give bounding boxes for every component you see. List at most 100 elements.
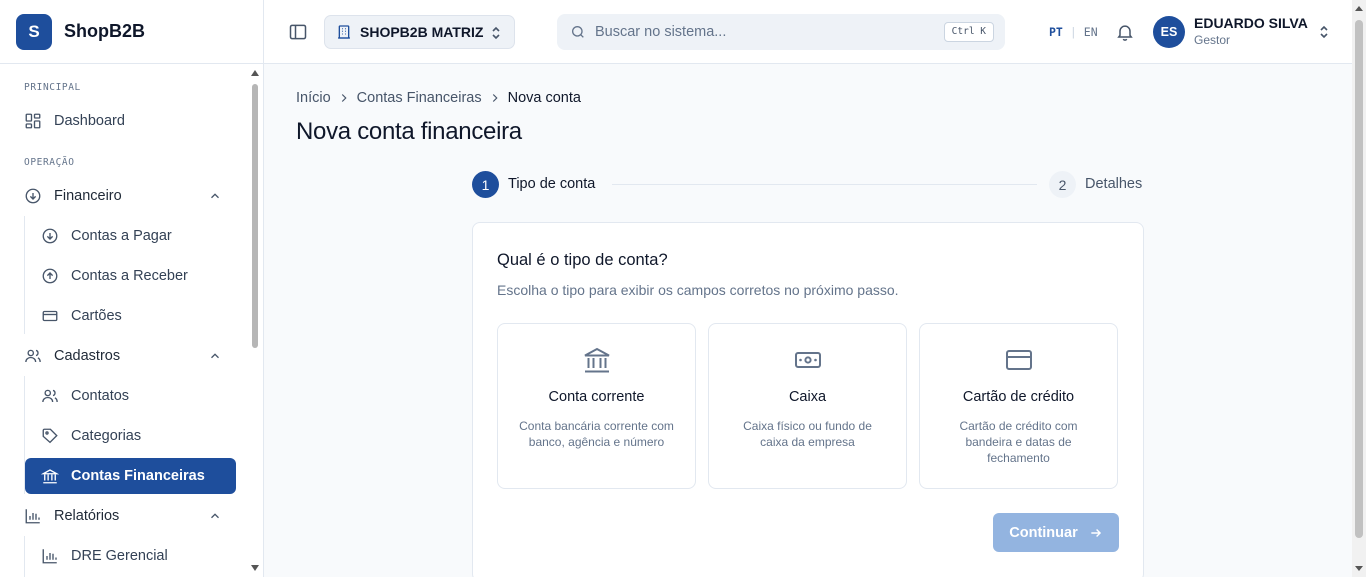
user-role: Gestor xyxy=(1194,33,1231,47)
building-icon xyxy=(338,25,350,39)
step-1-number: 1 xyxy=(472,171,499,198)
chevron-up-icon[interactable] xyxy=(208,509,222,523)
lang-pt[interactable]: PT xyxy=(1049,25,1063,39)
lang-en[interactable]: EN xyxy=(1084,25,1098,39)
company-selector[interactable]: SHOPB2B MATRIZ xyxy=(324,15,515,49)
page-scrollbar[interactable] xyxy=(1352,0,1366,577)
bell-icon[interactable] xyxy=(1115,22,1135,42)
step-2-number: 2 xyxy=(1049,171,1076,198)
breadcrumb-contas-financeiras[interactable]: Contas Financeiras xyxy=(357,90,482,106)
search-shortcut: Ctrl K xyxy=(943,22,994,42)
cash-icon xyxy=(794,352,821,368)
company-name: SHOPB2B MATRIZ xyxy=(360,24,484,40)
chevron-up-icon[interactable] xyxy=(208,189,222,203)
scroll-down-arrow-icon[interactable] xyxy=(251,565,259,571)
option-title: Cartão de crédito xyxy=(962,389,1075,405)
users-icon xyxy=(42,389,58,403)
sidebar-item-dre[interactable]: DRE Gerencial xyxy=(41,538,236,574)
sidebar-item-label: Relatórios xyxy=(54,508,120,524)
option-description: Cartão de crédito com bandeira e datas d… xyxy=(959,419,1078,465)
sidebar-item-categorias[interactable]: Categorias xyxy=(41,418,236,454)
bar-chart-icon xyxy=(25,509,40,524)
card-title: Qual é o tipo de conta? xyxy=(497,251,668,269)
brand[interactable]: S ShopB2B xyxy=(0,0,263,64)
option-description: Conta bancária corrente com banco, agênc… xyxy=(519,419,674,449)
credit-card-icon xyxy=(42,310,58,322)
option-cartao-credito[interactable]: Cartão de crédito Cartão de crédito com … xyxy=(919,323,1118,489)
option-title: Conta corrente xyxy=(548,389,645,405)
step-1-label: Tipo de conta xyxy=(508,176,596,192)
stepper: 1 Tipo de conta 2 Detalhes xyxy=(472,171,1144,198)
sidebar-item-financeiro[interactable]: Financeiro xyxy=(24,178,236,214)
sidebar-item-contatos[interactable]: Contatos xyxy=(41,378,236,414)
brand-name: ShopB2B xyxy=(64,21,145,41)
user-info: EDUARDO SILVA Gestor xyxy=(1194,15,1308,49)
sidebar-scroll-thumb[interactable] xyxy=(252,84,258,348)
sidebar-nav: PRINCIPAL Dashboard OPERAÇÃO Financeiro … xyxy=(0,64,248,577)
credit-card-icon xyxy=(1005,350,1032,370)
global-search[interactable]: Ctrl K xyxy=(557,14,1005,50)
sidebar-item-contas-pagar[interactable]: Contas a Pagar xyxy=(41,218,236,254)
scroll-up-arrow-icon[interactable] xyxy=(251,70,259,76)
bar-chart-icon xyxy=(42,549,57,564)
account-type-card: Qual é o tipo de conta? Escolha o tipo p… xyxy=(472,222,1144,577)
user-name: EDUARDO SILVA xyxy=(1194,15,1308,31)
bank-icon xyxy=(584,347,609,373)
avatar: ES xyxy=(1153,16,1185,48)
arrow-right-icon xyxy=(1091,528,1101,537)
option-description: Caixa físico ou fundo de caixa da empres… xyxy=(743,419,872,449)
account-type-options: Conta corrente Conta bancária corrente c… xyxy=(497,323,1119,489)
sidebar-item-label: Cartões xyxy=(71,308,122,324)
arrow-up-circle-icon xyxy=(42,268,58,284)
section-label-principal: PRINCIPAL xyxy=(24,82,81,93)
continue-button[interactable]: Continuar xyxy=(993,513,1119,552)
sidebar-item-label: Contas a Receber xyxy=(71,268,188,284)
sidebar-item-label: Categorias xyxy=(71,428,142,444)
sidebar-item-contas-receber[interactable]: Contas a Receber xyxy=(41,258,236,294)
sidebar-item-label: Financeiro xyxy=(54,188,122,204)
chevron-up-down-icon xyxy=(1320,25,1328,39)
search-icon xyxy=(572,26,584,38)
main-content: Início Contas Financeiras Nova conta Nov… xyxy=(264,64,1352,577)
dashboard-icon xyxy=(25,113,41,129)
search-input[interactable] xyxy=(595,24,925,40)
top-header: SHOPB2B MATRIZ Ctrl K PT | EN ES EDUARDO… xyxy=(264,0,1366,64)
arrow-down-circle-icon xyxy=(25,188,41,204)
tag-icon xyxy=(42,428,58,444)
chevron-up-down-icon xyxy=(492,26,500,40)
option-title: Caixa xyxy=(788,389,827,405)
chevron-up-icon[interactable] xyxy=(208,349,222,363)
option-conta-corrente[interactable]: Conta corrente Conta bancária corrente c… xyxy=(497,323,696,489)
breadcrumb-inicio[interactable]: Início xyxy=(296,90,331,106)
sidebar-item-cadastros[interactable]: Cadastros xyxy=(24,338,236,374)
sidebar-item-label: DRE Gerencial xyxy=(71,548,168,564)
sidebar-item-contas-financeiras[interactable]: Contas Financeiras xyxy=(25,458,236,494)
sidebar-item-label: Contatos xyxy=(71,388,130,404)
sidebar-item-label: Cadastros xyxy=(54,348,121,364)
arrow-down-circle-icon xyxy=(42,228,58,244)
lang-separator: | xyxy=(1069,25,1077,39)
page-scroll-thumb[interactable] xyxy=(1355,20,1363,538)
language-switcher: PT | EN xyxy=(1049,25,1098,39)
breadcrumb-current: Nova conta xyxy=(507,90,581,106)
scroll-up-arrow-icon[interactable] xyxy=(1355,6,1363,11)
chevron-right-icon xyxy=(341,94,347,102)
breadcrumb: Início Contas Financeiras Nova conta xyxy=(296,90,581,106)
sidebar: S ShopB2B PRINCIPAL Dashboard OPERAÇÃO F… xyxy=(0,0,264,577)
continue-button-label: Continuar xyxy=(1009,524,1078,541)
sidebar-scrollbar[interactable] xyxy=(247,64,263,577)
group-divider xyxy=(24,216,25,334)
sidebar-toggle-icon[interactable] xyxy=(288,22,308,42)
chevron-right-icon xyxy=(492,94,498,102)
sidebar-item-cartoes[interactable]: Cartões xyxy=(41,298,236,334)
sidebar-item-relatorios[interactable]: Relatórios xyxy=(24,498,236,534)
sidebar-item-label: Contas Financeiras xyxy=(71,468,205,484)
group-divider xyxy=(24,536,25,577)
page-title: Nova conta financeira xyxy=(296,118,522,145)
scroll-down-arrow-icon[interactable] xyxy=(1355,566,1363,571)
sidebar-item-dashboard[interactable]: Dashboard xyxy=(24,103,236,139)
option-caixa[interactable]: Caixa Caixa físico ou fundo de caixa da … xyxy=(708,323,907,489)
section-label-operacao: OPERAÇÃO xyxy=(24,157,75,168)
user-menu[interactable]: ES EDUARDO SILVA Gestor xyxy=(1153,15,1330,49)
sidebar-item-label: Dashboard xyxy=(54,113,125,129)
